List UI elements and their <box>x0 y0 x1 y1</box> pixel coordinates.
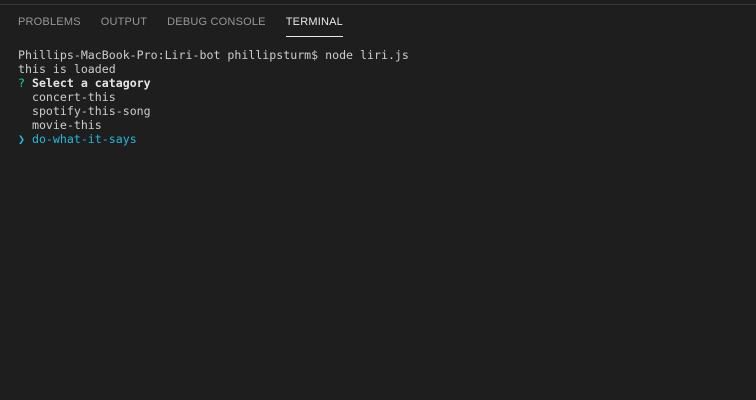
pointer-icon: ❯ <box>18 132 25 146</box>
prompt-marker: ? <box>18 76 25 90</box>
panel-tabs: PROBLEMS OUTPUT DEBUG CONSOLE TERMINAL <box>18 16 343 37</box>
option-label: spotify-this-song <box>31 104 151 118</box>
option-movie-this[interactable]: movie-this <box>18 118 409 132</box>
option-label: do-what-it-says <box>31 132 137 146</box>
option-spotify-this-song[interactable]: spotify-this-song <box>18 104 409 118</box>
option-label: concert-this <box>31 90 116 104</box>
command-line: Phillips-MacBook-Pro:Liri-bot phillipstu… <box>18 48 409 62</box>
prompt-question: Select a catagory <box>31 76 151 90</box>
tab-output[interactable]: OUTPUT <box>101 16 147 37</box>
tab-terminal[interactable]: TERMINAL <box>285 16 343 37</box>
option-concert-this[interactable]: concert-this <box>18 90 409 104</box>
prompt-line: ? Select a catagory <box>18 76 409 90</box>
panel-top-border <box>0 0 756 5</box>
tab-problems[interactable]: PROBLEMS <box>18 16 81 37</box>
option-label: movie-this <box>31 118 102 132</box>
option-do-what-it-says[interactable]: ❯ do-what-it-says <box>18 132 409 146</box>
tab-debug-console[interactable]: DEBUG CONSOLE <box>167 16 266 37</box>
terminal-output[interactable]: Phillips-MacBook-Pro:Liri-bot phillipstu… <box>18 48 409 146</box>
output-line: this is loaded <box>18 62 116 76</box>
